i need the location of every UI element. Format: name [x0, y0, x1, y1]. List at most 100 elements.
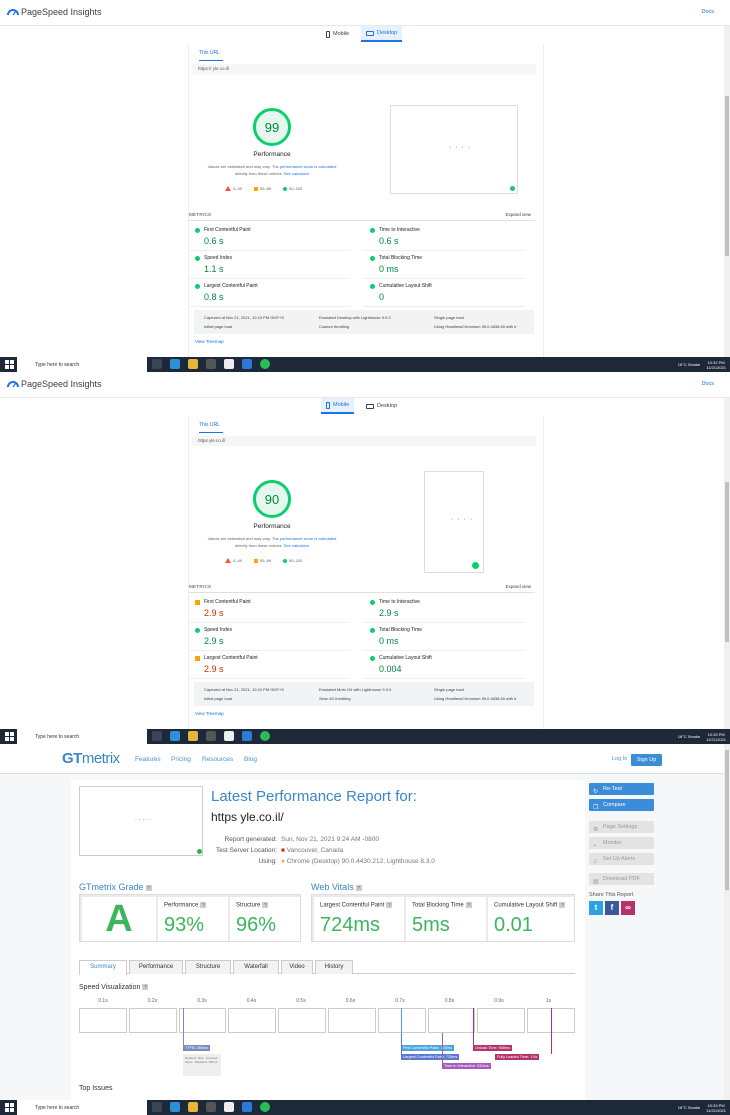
- tab-performance[interactable]: Performance: [129, 960, 183, 974]
- system-tray: 16°C Smoke 10:33 PM 11/21/2021: [677, 1102, 726, 1113]
- app-title: PageSpeed Insights: [21, 7, 102, 17]
- system-tray: 16°C Smoke 10:32 PM 11/21/2021: [677, 359, 726, 370]
- metric-lcp: Largest Contentful Paint 2.9 s: [189, 653, 349, 679]
- gtmetrix-panel: GTmetrix Features Pricing Resources Blog…: [0, 744, 730, 1100]
- nav-pricing[interactable]: Pricing: [171, 756, 191, 763]
- top-issues-heading: Top Issues: [79, 1085, 113, 1092]
- facebook-icon[interactable]: f: [605, 901, 619, 915]
- edge-icon: [170, 359, 180, 369]
- metric-si: Speed Index 1.1 s: [189, 253, 349, 279]
- psi-mobile-panel: PageSpeed Insights Docs Mobile Desktop T…: [0, 372, 730, 729]
- vital-cls: Cumulative Layout Shift? 0.01: [488, 897, 574, 941]
- windows-start-icon[interactable]: [5, 1103, 14, 1112]
- taskbar-search[interactable]: Type here to search: [17, 357, 147, 372]
- mobile-toggle[interactable]: Mobile: [321, 26, 354, 42]
- taskbar-search[interactable]: Type here to search: [17, 729, 147, 744]
- mobile-toggle[interactable]: Mobile: [321, 398, 355, 414]
- psi-header: PageSpeed Insights Docs: [0, 0, 730, 26]
- retest-button[interactable]: ↻ Re-Test: [589, 783, 654, 795]
- login-link[interactable]: Log In: [612, 756, 627, 762]
- nav-resources[interactable]: Resources: [202, 756, 233, 763]
- expand-view-toggle[interactable]: Expand view: [505, 584, 531, 589]
- timeline-tick: 0.7s: [395, 998, 405, 1004]
- see-calculator-link[interactable]: See calculator: [284, 543, 309, 548]
- performance-score: Performance? 93%: [158, 897, 228, 941]
- docs-link[interactable]: Docs: [701, 381, 714, 387]
- mail-icon: [242, 1102, 252, 1112]
- set-up-alerts-button[interactable]: ♫ Set Up Alerts: [589, 853, 654, 865]
- metric-tbt: Total Blocking Time 0 ms: [364, 625, 524, 651]
- monitor-button[interactable]: ⌁ Monitor: [589, 837, 654, 849]
- view-treemap-button[interactable]: View Treemap: [195, 339, 224, 344]
- perf-calc-link[interactable]: performance score is calculated: [280, 164, 336, 169]
- perf-calc-link[interactable]: performance score is calculated: [280, 536, 336, 541]
- performance-label: Performance: [253, 523, 291, 530]
- tab-this-url[interactable]: This URL: [199, 422, 223, 433]
- windows-taskbar: Type here to search 16°C Smoke 10:32 PM 11…: [0, 357, 730, 372]
- timeline-tick: 0.3s: [197, 998, 207, 1004]
- mail-icon: [242, 359, 252, 369]
- signup-button[interactable]: Sign Up: [631, 754, 662, 766]
- structure-score: Structure? 96%: [230, 897, 300, 941]
- desktop-toggle[interactable]: Desktop: [361, 26, 403, 42]
- fail-triangle-icon: [225, 186, 231, 192]
- app-icon: [260, 359, 270, 369]
- desktop-toggle[interactable]: Desktop: [361, 398, 402, 414]
- page-screenshot: · · · · ·: [79, 786, 203, 856]
- view-treemap-button[interactable]: View Treemap: [195, 711, 224, 716]
- nav-features[interactable]: Features: [135, 756, 161, 763]
- url-bar: https:// yle.co.il/: [192, 64, 536, 74]
- scrollbar[interactable]: [724, 398, 730, 729]
- average-square-icon: [253, 187, 258, 192]
- score-legend: 0–49 50–89 90–100: [225, 186, 302, 192]
- timeline-tick: 0.2s: [147, 998, 158, 1004]
- timeline-tick: 0.5s: [296, 998, 306, 1004]
- explorer-icon: [188, 731, 198, 741]
- metric-cls: Cumulative Layout Shift 0: [364, 281, 524, 307]
- average-square-icon: [253, 559, 258, 564]
- pdf-icon: ▤: [593, 879, 599, 885]
- url-bar: https yle.co.il/: [192, 436, 536, 446]
- tab-waterfall[interactable]: Waterfall: [233, 960, 279, 974]
- test-server-location: Test Server Location: ■ Vancouver, Canada: [215, 847, 344, 854]
- windows-start-icon[interactable]: [5, 360, 14, 369]
- timeline-tick: 0.6s: [345, 998, 356, 1004]
- fail-triangle-icon: [225, 558, 231, 564]
- monitor-icon: ⌁: [593, 843, 597, 849]
- gtmetrix-logo[interactable]: GTmetrix: [62, 750, 120, 767]
- taskbar-search[interactable]: Type here to search: [17, 1100, 147, 1115]
- tab-structure[interactable]: Structure: [185, 960, 231, 974]
- psi-header: PageSpeed Insights Docs: [0, 372, 730, 398]
- scrollbar[interactable]: [724, 744, 730, 1100]
- page-settings-button[interactable]: ⚙ Page Settings: [589, 821, 654, 833]
- metric-fcp: First Contentful Paint 0.6 s: [189, 225, 349, 251]
- windows-start-icon[interactable]: [5, 732, 14, 741]
- chrome-icon: [206, 359, 216, 369]
- docs-link[interactable]: Docs: [701, 9, 714, 15]
- tab-history[interactable]: History: [315, 960, 353, 974]
- download-pdf-button[interactable]: ▤ Download PDF: [589, 873, 654, 885]
- help-icon: ?: [355, 884, 362, 891]
- tab-this-url[interactable]: This URL: [199, 50, 223, 61]
- test-using: Using: ● Chrome (Desktop) 90.0.4430.212, …: [258, 858, 435, 865]
- fcp-marker: First Contentful Paint: 725ms: [401, 1045, 454, 1051]
- link-icon[interactable]: ∞: [621, 901, 635, 915]
- timeline-tick: 0.9s: [494, 998, 504, 1004]
- url-text: https:// yle.co.il/: [198, 66, 230, 71]
- metric-cls: Cumulative Layout Shift 0.004: [364, 653, 524, 679]
- scrollbar[interactable]: [724, 26, 730, 357]
- nav-blog[interactable]: Blog: [244, 756, 257, 763]
- grade-letter: A: [82, 897, 156, 941]
- report-card: This URL https:// yle.co.il/ 99 Performa…: [188, 44, 544, 357]
- twitter-icon[interactable]: t: [589, 901, 603, 915]
- lcp-marker: Largest Contentful Paint: 725ms: [401, 1054, 460, 1060]
- report-generated: Report generated: Sun, Nov 21, 2021 9:24 …: [224, 836, 379, 843]
- expand-view-toggle[interactable]: Expand view: [505, 212, 531, 217]
- see-calculator-link[interactable]: See calculator: [284, 171, 309, 176]
- tab-summary[interactable]: Summary: [79, 960, 127, 975]
- metric-si: Speed Index 2.9 s: [189, 625, 349, 651]
- metrics-heading: METRICS: [189, 584, 212, 589]
- compare-button[interactable]: ❐ Compare: [589, 799, 654, 811]
- timeline-tick: 0.4s: [246, 998, 257, 1004]
- tab-video[interactable]: Video: [281, 960, 313, 974]
